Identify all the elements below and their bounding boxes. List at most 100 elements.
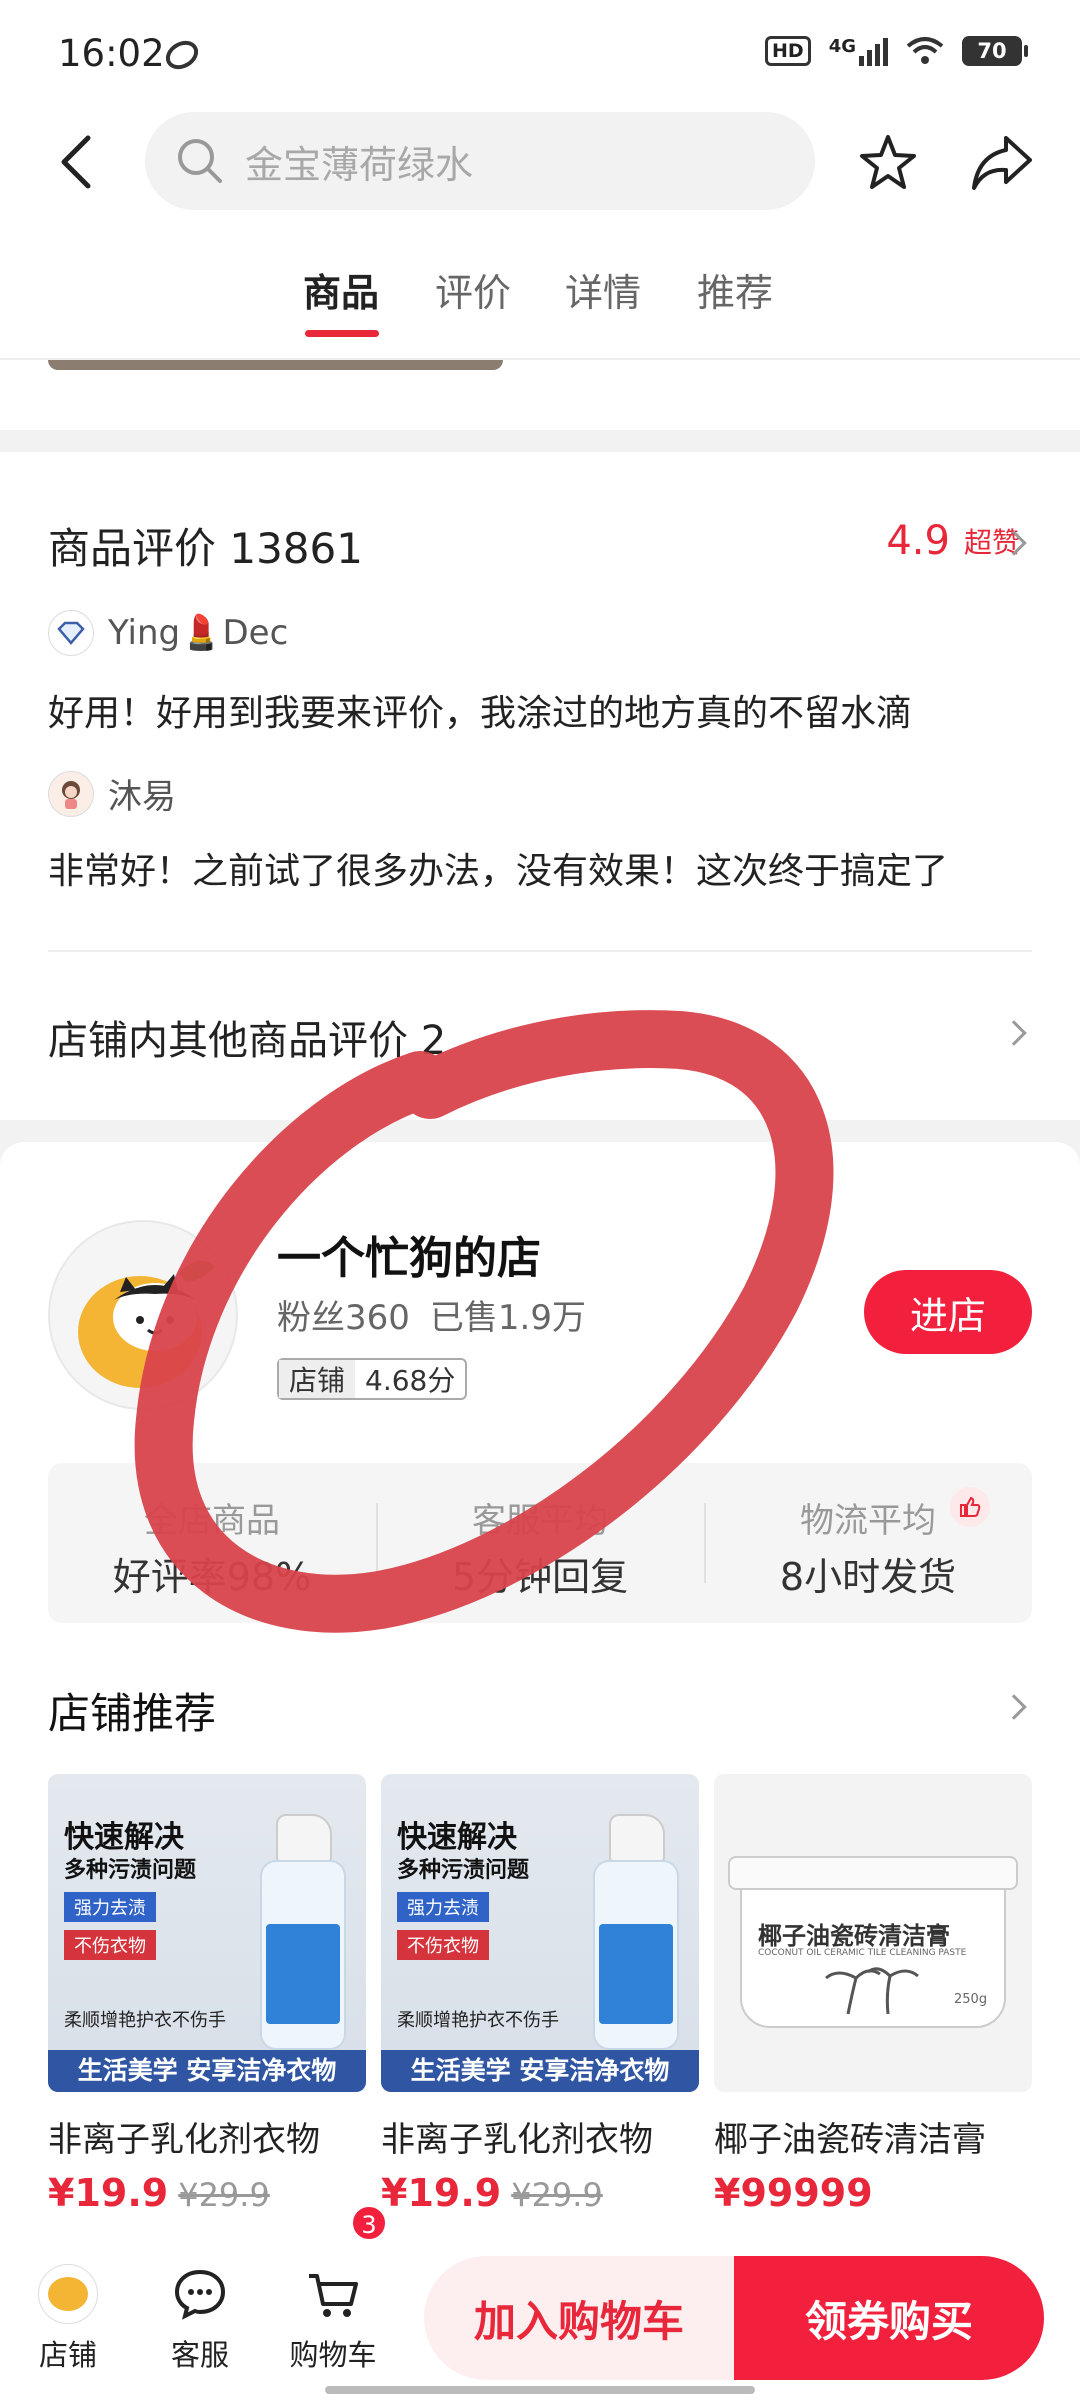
review-username: Ying💄Dec bbox=[108, 613, 289, 653]
product-card[interactable]: 快速解决 多种污渍问题 强力去渍 不伤衣物 柔顺增艳护衣不伤手 生活美学 安享洁… bbox=[48, 1774, 366, 2215]
avatar bbox=[48, 610, 94, 656]
product-price: ¥99999 bbox=[714, 2171, 873, 2215]
nav-cart[interactable]: 购物车 bbox=[283, 2264, 383, 2374]
add-to-cart-button[interactable]: 加入购物车 bbox=[424, 2256, 734, 2380]
image-text: 快速解决 bbox=[397, 1820, 517, 1855]
product-image: 快速解决 多种污渍问题 强力去渍 不伤衣物 柔顺增艳护衣不伤手 生活美学 安享洁… bbox=[381, 1774, 699, 2092]
reviews-rating[interactable]: 4.9 超赞 bbox=[886, 518, 1020, 564]
shop-avatar-icon bbox=[38, 2264, 98, 2324]
review-text: 好用！好用到我要来评价，我涂过的地方真的不留水滴 bbox=[48, 693, 913, 734]
shop-fans: 粉丝360 bbox=[277, 1298, 410, 1338]
status-icons: HD 4G 70 bbox=[765, 36, 1028, 66]
image-text: 椰子油瓷砖清洁膏 bbox=[758, 1922, 950, 1950]
review-username: 沐易 bbox=[108, 777, 176, 817]
product-card[interactable]: 椰子油瓷砖清洁膏 COCONUT OIL CERAMIC TILE CLEANI… bbox=[714, 1774, 1032, 2215]
shop-score-label: 店铺 bbox=[279, 1360, 356, 1398]
battery-icon: 70 bbox=[962, 36, 1028, 66]
stat-value: 好评率98% bbox=[112, 1555, 312, 1599]
product-price-row: ¥19.9 ¥29.9 bbox=[381, 2171, 699, 2215]
image-tag: 不伤衣物 bbox=[64, 1930, 156, 1960]
tab-bar: 商品 评价 详情 推荐 bbox=[0, 262, 1080, 332]
product-price-row: ¥19.9 ¥29.9 bbox=[48, 2171, 366, 2215]
stat-label: 全店商品 bbox=[144, 1501, 280, 1541]
image-text: 多种污渍问题 bbox=[64, 1858, 197, 1883]
buy-button[interactable]: 领券购买 bbox=[734, 2256, 1044, 2380]
avatar bbox=[48, 770, 94, 817]
stat-reviews: 全店商品 好评率98% bbox=[48, 1463, 376, 1623]
tab-details[interactable]: 详情 bbox=[565, 262, 641, 317]
tab-recommend[interactable]: 推荐 bbox=[697, 262, 773, 317]
shop-stats: 全店商品 好评率98% 客服平均 5分钟回复 物流平均 8小时发货 bbox=[48, 1463, 1032, 1623]
image-tag: 强力去渍 bbox=[64, 1892, 156, 1922]
nav-service[interactable]: 客服 bbox=[150, 2264, 250, 2374]
image-tag: 强力去渍 bbox=[397, 1892, 489, 1922]
stat-value: 5分钟回复 bbox=[451, 1555, 629, 1599]
signal-icon: 4G bbox=[829, 36, 888, 66]
shop-score-badge: 店铺 4.68分 bbox=[277, 1358, 468, 1400]
spray-bottle bbox=[252, 1814, 348, 2052]
palm-tree-icon bbox=[825, 1967, 919, 2015]
stat-label: 客服平均 bbox=[472, 1501, 608, 1541]
image-text: 柔顺增艳护衣不伤手 bbox=[64, 2010, 226, 2031]
search-bar[interactable]: 金宝薄荷绿水 bbox=[145, 112, 815, 210]
shop-name[interactable]: 一个忙狗的店 bbox=[277, 1222, 541, 1286]
recommend-title: 店铺推荐 bbox=[48, 1689, 217, 1738]
home-indicator bbox=[325, 2386, 755, 2394]
chevron-right-icon bbox=[1001, 1020, 1027, 1046]
tab-reviews[interactable]: 评价 bbox=[435, 262, 511, 317]
hd-icon: HD bbox=[765, 36, 811, 66]
cleaning-tub: 椰子油瓷砖清洁膏 COCONUT OIL CERAMIC TILE CLEANI… bbox=[728, 1856, 1018, 2036]
image-text: 柔顺增艳护衣不伤手 bbox=[397, 2010, 559, 2031]
product-card[interactable]: 快速解决 多种污渍问题 强力去渍 不伤衣物 柔顺增艳护衣不伤手 生活美学 安享洁… bbox=[381, 1774, 699, 2215]
image-tag: 不伤衣物 bbox=[397, 1930, 489, 1960]
star-icon[interactable] bbox=[858, 132, 918, 192]
image-text: 多种污渍问题 bbox=[397, 1858, 530, 1883]
product-old-price: ¥29.9 bbox=[511, 2176, 603, 2214]
reviews-card: 商品评价 13861 4.9 超赞 Ying💄Dec 好用！好用到我要来评价，我… bbox=[0, 452, 1080, 1120]
wifi-icon bbox=[906, 37, 944, 64]
product-name: 非离子乳化剂衣物 bbox=[381, 2120, 653, 2160]
image-text: 250g bbox=[954, 1992, 988, 2007]
product-name: 非离子乳化剂衣物 bbox=[48, 2120, 320, 2160]
product-image: 椰子油瓷砖清洁膏 COCONUT OIL CERAMIC TILE CLEANI… bbox=[714, 1774, 1032, 2092]
nav-shop-label: 店铺 bbox=[38, 2338, 97, 2372]
image-text: 快速解决 bbox=[64, 1820, 184, 1855]
tab-goods[interactable]: 商品 bbox=[303, 262, 379, 317]
stat-service: 客服平均 5分钟回复 bbox=[376, 1463, 704, 1623]
product-image bbox=[48, 360, 503, 370]
mango-cat-icon bbox=[78, 1260, 215, 1388]
stat-logistics: 物流平均 8小时发货 bbox=[704, 1463, 1032, 1623]
other-reviews-link[interactable]: 店铺内其他商品评价 2 bbox=[48, 1008, 446, 1066]
shop-meta: 粉丝360 已售1.9万 bbox=[277, 1290, 586, 1339]
share-icon[interactable] bbox=[970, 130, 1034, 194]
back-icon[interactable] bbox=[56, 132, 96, 192]
shop-sold: 已售1.9万 bbox=[429, 1298, 586, 1338]
rating-score: 4.9 bbox=[886, 518, 950, 564]
bottom-action-bar: 店铺 客服 购物车 加入购物车 领券购买 bbox=[0, 2224, 1080, 2400]
product-image: 快速解决 多种污渍问题 强力去渍 不伤衣物 柔顺增艳护衣不伤手 生活美学 安享洁… bbox=[48, 1774, 366, 2092]
network-label: 4G bbox=[828, 36, 856, 57]
product-price: ¥19.9 bbox=[381, 2171, 502, 2215]
status-time: 16:02 bbox=[58, 32, 165, 75]
spray-bottle bbox=[585, 1814, 681, 2052]
review-text: 非常好！之前试了很多办法，没有效果！这次终于搞定了 bbox=[48, 851, 949, 892]
girl-avatar-icon bbox=[62, 780, 80, 809]
product-name: 椰子油瓷砖清洁膏 bbox=[714, 2120, 986, 2160]
cart-count-badge: 3 bbox=[350, 2204, 388, 2242]
image-text: COCONUT OIL CERAMIC TILE CLEANING PASTE bbox=[758, 1948, 967, 1958]
review-user-1: Ying💄Dec bbox=[48, 610, 288, 656]
product-old-price: ¥29.9 bbox=[178, 2176, 270, 2214]
search-placeholder: 金宝薄荷绿水 bbox=[245, 142, 474, 187]
image-footer: 生活美学 安享洁净衣物 bbox=[48, 2050, 366, 2092]
nav-service-label: 客服 bbox=[170, 2338, 229, 2372]
reviews-title[interactable]: 商品评价 13861 bbox=[48, 515, 363, 576]
shop-avatar[interactable] bbox=[48, 1220, 238, 1410]
active-tab-indicator bbox=[305, 330, 379, 337]
image-footer: 生活美学 安享洁净衣物 bbox=[381, 2050, 699, 2092]
thumbs-up-icon bbox=[950, 1487, 990, 1527]
divider bbox=[48, 950, 1032, 952]
nav-shop[interactable]: 店铺 bbox=[18, 2264, 118, 2374]
status-bar: 16:02 HD 4G 70 bbox=[0, 0, 1080, 110]
product-price: ¥19.9 bbox=[48, 2171, 169, 2215]
enter-shop-button[interactable]: 进店 bbox=[864, 1270, 1032, 1354]
